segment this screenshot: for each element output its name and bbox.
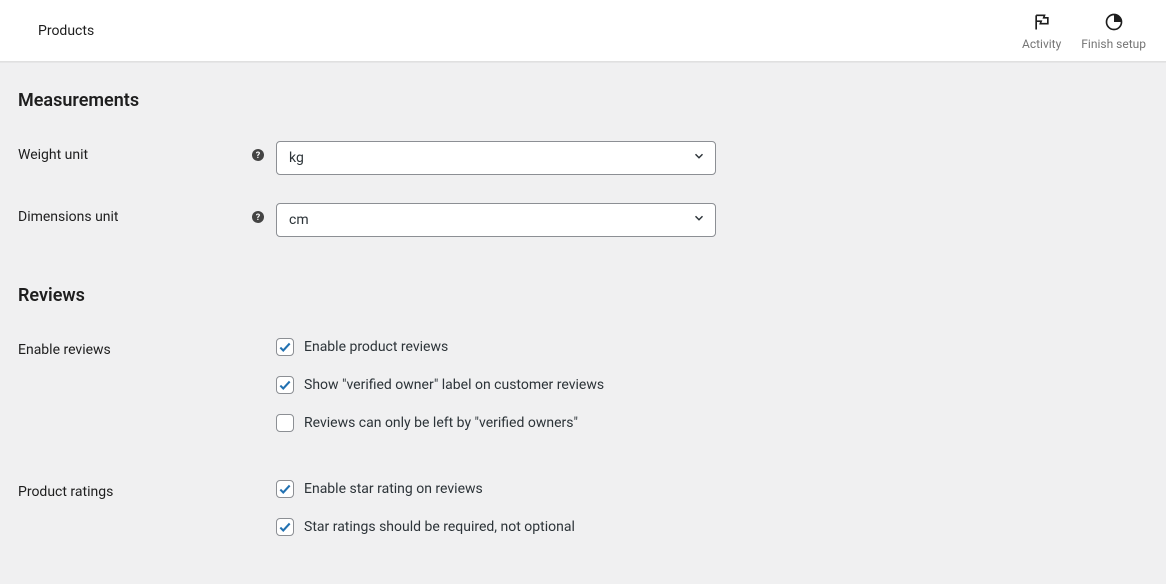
verified-owner-label-checkbox[interactable] [276, 376, 294, 394]
dimensions-unit-label: Dimensions unit ? [18, 203, 276, 225]
dimensions-unit-select-wrap: cm [276, 203, 716, 237]
dimensions-unit-row: Dimensions unit ? cm [18, 203, 1148, 237]
dimensions-unit-value: cm [289, 212, 309, 228]
product-ratings-options: Enable star rating on reviews Star ratin… [276, 478, 575, 536]
weight-unit-select-wrap: kg [276, 141, 716, 175]
finish-setup-label: Finish setup [1081, 37, 1146, 51]
dimensions-unit-label-text: Dimensions unit [18, 209, 119, 225]
weight-unit-label: Weight unit ? [18, 141, 276, 163]
enable-reviews-options: Enable product reviews Show "verified ow… [276, 336, 604, 432]
svg-text:?: ? [256, 213, 261, 223]
enable-product-reviews-label[interactable]: Enable product reviews [304, 339, 448, 355]
star-rating-required-checkbox[interactable] [276, 518, 294, 536]
verified-owner-label-label[interactable]: Show "verified owner" label on customer … [304, 377, 604, 393]
weight-unit-value: kg [289, 150, 304, 166]
enable-star-rating-option: Enable star rating on reviews [276, 480, 575, 498]
weight-unit-label-text: Weight unit [18, 147, 88, 163]
page-title: Products [38, 23, 94, 39]
activity-button[interactable]: Activity [1022, 11, 1061, 51]
verified-owner-only-label[interactable]: Reviews can only be left by "verified ow… [304, 415, 578, 431]
flag-icon [1032, 11, 1052, 33]
finish-setup-button[interactable]: Finish setup [1081, 11, 1146, 51]
product-ratings-label-text: Product ratings [18, 484, 113, 500]
reviews-heading: Reviews [18, 285, 1148, 306]
enable-star-rating-label[interactable]: Enable star rating on reviews [304, 481, 483, 497]
verified-owner-label-option: Show "verified owner" label on customer … [276, 376, 604, 394]
dimensions-unit-select[interactable]: cm [276, 203, 716, 237]
enable-product-reviews-option: Enable product reviews [276, 338, 604, 356]
content: Measurements Weight unit ? kg [0, 62, 1166, 584]
verified-owner-only-checkbox[interactable] [276, 414, 294, 432]
enable-reviews-field: Enable product reviews Show "verified ow… [276, 336, 604, 432]
svg-text:?: ? [256, 151, 261, 161]
enable-reviews-label: Enable reviews [18, 336, 276, 358]
measurements-heading: Measurements [18, 90, 1148, 111]
star-rating-required-label[interactable]: Star ratings should be required, not opt… [304, 519, 575, 535]
activity-label: Activity [1022, 37, 1061, 51]
weight-unit-select[interactable]: kg [276, 141, 716, 175]
progress-circle-icon [1104, 11, 1124, 33]
enable-reviews-label-text: Enable reviews [18, 342, 111, 358]
product-ratings-label: Product ratings [18, 478, 276, 500]
weight-unit-field: kg [276, 141, 716, 175]
weight-unit-row: Weight unit ? kg [18, 141, 1148, 175]
header: Products Activity Finish setup [0, 0, 1166, 62]
enable-reviews-row: Enable reviews Enable product reviews Sh… [18, 336, 1148, 432]
help-icon[interactable]: ? [252, 211, 264, 223]
star-rating-required-option: Star ratings should be required, not opt… [276, 518, 575, 536]
enable-star-rating-checkbox[interactable] [276, 480, 294, 498]
verified-owner-only-option: Reviews can only be left by "verified ow… [276, 414, 604, 432]
help-icon[interactable]: ? [252, 149, 264, 161]
dimensions-unit-field: cm [276, 203, 716, 237]
header-actions: Activity Finish setup [1022, 11, 1146, 51]
enable-product-reviews-checkbox[interactable] [276, 338, 294, 356]
product-ratings-row: Product ratings Enable star rating on re… [18, 478, 1148, 536]
product-ratings-field: Enable star rating on reviews Star ratin… [276, 478, 575, 536]
